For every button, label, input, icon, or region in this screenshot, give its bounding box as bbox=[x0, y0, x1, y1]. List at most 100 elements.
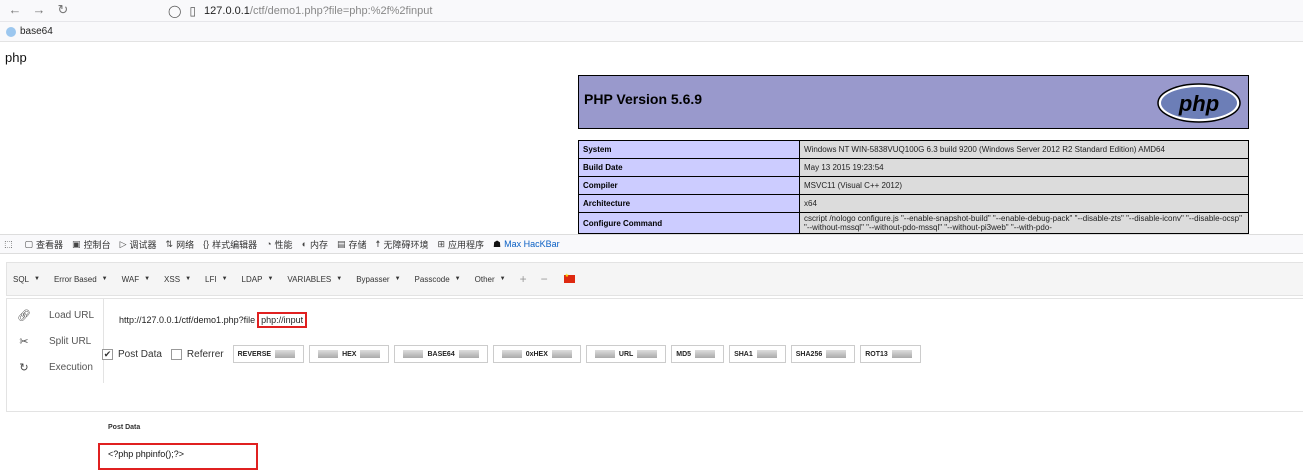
caret-down-icon: ▼ bbox=[144, 276, 151, 282]
tab-application[interactable]: ⊞ 应用程序 bbox=[437, 238, 484, 251]
0xhex-button[interactable]: 0xHEX bbox=[492, 345, 581, 363]
bookmarks-bar: base64 bbox=[0, 22, 1303, 42]
hackbar-panel: SQL ▼ Error Based ▼ WAF ▼ XSS ▼ LFI ▼ LDAP ▼ V… bbox=[0, 254, 1303, 473]
caret-down-icon: ▼ bbox=[499, 276, 506, 282]
caret-down-icon: ▼ bbox=[185, 276, 192, 282]
post-data-label: Post Data bbox=[118, 348, 162, 360]
menu-other[interactable]: Other ▼ bbox=[475, 275, 506, 284]
tab-inspector[interactable]: ▢ 查看器 bbox=[25, 238, 64, 251]
url-payload-highlight: php://input bbox=[257, 312, 308, 328]
caret-down-icon: ▼ bbox=[267, 276, 274, 282]
post-data-checkbox[interactable]: ✔ bbox=[102, 348, 113, 360]
hackbar-toolbar: SQL ▼ Error Based ▼ WAF ▼ XSS ▼ LFI ▼ LDAP ▼ V… bbox=[6, 262, 1303, 296]
storage-icon: ▤ bbox=[337, 238, 346, 249]
page-output-text: php bbox=[5, 50, 27, 65]
application-icon: ⊞ bbox=[437, 238, 446, 249]
refresh-icon: ↻ bbox=[19, 361, 29, 374]
pick-element-icon[interactable]: ⬚ bbox=[4, 239, 16, 250]
phpinfo-key: Architecture bbox=[578, 194, 800, 213]
tab-storage[interactable]: ▤ 存储 bbox=[337, 238, 367, 251]
url-prefix: http://127.0.0.1/ctf/demo1.php?file bbox=[119, 315, 256, 325]
console-icon: ▣ bbox=[72, 238, 81, 249]
php-logo-text: php bbox=[1178, 91, 1219, 116]
url-encode-button[interactable]: URL bbox=[585, 345, 667, 363]
menu-variables[interactable]: VARIABLES ▼ bbox=[287, 275, 342, 284]
minus-icon[interactable]: − bbox=[541, 272, 548, 286]
reverse-button[interactable]: REVERSE bbox=[232, 345, 305, 363]
tab-memory[interactable]: ◐ 内存 bbox=[302, 238, 328, 251]
plus-icon[interactable]: + bbox=[520, 272, 527, 286]
sha256-button[interactable]: SHA256 bbox=[790, 345, 856, 363]
globe-icon bbox=[6, 26, 16, 37]
caret-down-icon: ▼ bbox=[394, 276, 401, 282]
menu-passcode[interactable]: Passcode ▼ bbox=[415, 275, 461, 284]
rot13-button[interactable]: ROT13 bbox=[860, 345, 921, 363]
post-data-heading: Post Data bbox=[108, 424, 141, 431]
hackbar-side-actions: 🔗︎ Load URL ✂ Split URL ↻ Execution bbox=[7, 299, 102, 383]
memory-icon: ◐ bbox=[301, 239, 307, 249]
accessibility-icon: ☨ bbox=[375, 238, 381, 249]
hackbar-options: ✔ Post Data Referrer REVERSE HEX BASE64 … bbox=[102, 344, 926, 364]
address-bar[interactable]: ◯ ▯ 127.0.0.1/ctf/demo1.php?file=php:%2f… bbox=[168, 1, 688, 21]
network-icon: ⇅ bbox=[165, 238, 174, 249]
php-version-title: PHP Version 5.6.9 bbox=[584, 91, 703, 107]
menu-ldap[interactable]: LDAP ▼ bbox=[242, 275, 274, 284]
debugger-icon: ▷ bbox=[119, 238, 127, 249]
base64-button[interactable]: BASE64 bbox=[394, 345, 488, 363]
phpinfo-row: Architecture x64 bbox=[578, 194, 1249, 213]
phpinfo-value: May 13 2015 19:23:54 bbox=[799, 158, 1249, 177]
phpinfo-header: PHP Version 5.6.9 php bbox=[578, 75, 1249, 129]
split-url-button[interactable]: ✂ Split URL bbox=[17, 331, 91, 351]
menu-sql[interactable]: SQL ▼ bbox=[13, 275, 40, 284]
url-path: /ctf/demo1.php?file=php:%2f%2finput bbox=[249, 5, 433, 17]
caret-down-icon: ▼ bbox=[336, 276, 343, 282]
execution-button[interactable]: ↻ Execution bbox=[17, 357, 93, 377]
phpinfo-key: Build Date bbox=[578, 158, 800, 177]
sha1-button[interactable]: SHA1 bbox=[729, 345, 786, 363]
menu-error-based[interactable]: Error Based ▼ bbox=[54, 275, 108, 284]
referrer-checkbox[interactable] bbox=[170, 348, 182, 360]
braces-icon: {} bbox=[203, 239, 210, 249]
phpinfo-row: Build Date May 13 2015 19:23:54 bbox=[578, 158, 1249, 177]
phpinfo-row: System Windows NT WIN-5838VUQ100G 6.3 bui… bbox=[578, 140, 1249, 159]
bookmark-base64[interactable]: base64 bbox=[20, 26, 53, 37]
phpinfo-key: Configure Command bbox=[578, 212, 800, 234]
china-flag-icon[interactable] bbox=[563, 273, 575, 283]
phpinfo-key: Compiler bbox=[578, 176, 800, 195]
url-content: http://127.0.0.1/ctf/demo1.php?file php:… bbox=[119, 312, 308, 328]
forward-arrow-icon[interactable]: → bbox=[30, 2, 48, 17]
inspector-icon: ▢ bbox=[24, 238, 34, 249]
tab-debugger[interactable]: ▷ 调试器 bbox=[120, 238, 157, 251]
menu-bypasser[interactable]: Bypasser ▼ bbox=[356, 275, 400, 284]
tab-console[interactable]: ▣ 控制台 bbox=[72, 238, 111, 251]
phpinfo-value: cscript /nologo configure.js "--enable-s… bbox=[799, 212, 1249, 234]
phpinfo-row: Compiler MSVC11 (Visual C++ 2012) bbox=[578, 176, 1249, 195]
hex-button[interactable]: HEX bbox=[309, 345, 390, 363]
tab-style-editor[interactable]: {} 样式编辑器 bbox=[203, 238, 257, 251]
page-icon: ▯ bbox=[189, 4, 197, 18]
back-arrow-icon[interactable]: ← bbox=[6, 2, 24, 17]
devtools-tabbar: ⬚ ▢ 查看器 ▣ 控制台 ▷ 调试器 ⇅ 网络 {} 样式编辑器 ◔ 性能 ◐ 内存 ▤ 存储… bbox=[0, 234, 1303, 254]
tab-performance[interactable]: ◔ 性能 bbox=[266, 238, 292, 251]
phpinfo-table-viewport: System Windows NT WIN-5838VUQ100G 6.3 bui… bbox=[0, 140, 1303, 234]
php-logo-icon: php bbox=[1157, 83, 1241, 123]
load-url-button[interactable]: 🔗︎ Load URL bbox=[17, 305, 94, 325]
post-data-textarea[interactable]: <?php phpinfo();?> bbox=[98, 443, 258, 470]
reload-icon[interactable]: ↻ bbox=[54, 2, 72, 18]
phpinfo-key: System bbox=[578, 140, 800, 159]
url-host: 127.0.0.1 bbox=[204, 5, 250, 17]
tab-network[interactable]: ⇅ 网络 bbox=[166, 238, 195, 251]
performance-icon: ◔ bbox=[266, 239, 272, 249]
menu-xss[interactable]: XSS ▼ bbox=[164, 275, 191, 284]
menu-waf[interactable]: WAF ▼ bbox=[122, 275, 150, 284]
tab-max-hackbar[interactable]: ☗ Max HacKBar bbox=[493, 239, 560, 250]
md5-button[interactable]: MD5 bbox=[671, 345, 725, 363]
caret-down-icon: ▼ bbox=[101, 276, 108, 282]
url-textarea[interactable]: http://127.0.0.1/ctf/demo1.php?file php:… bbox=[103, 299, 1303, 383]
hackbar-icon: ☗ bbox=[493, 238, 502, 249]
tab-accessibility[interactable]: ☨ 无障碍环境 bbox=[376, 238, 429, 251]
menu-lfi[interactable]: LFI ▼ bbox=[205, 275, 228, 284]
link-icon: 🔗︎ bbox=[17, 309, 31, 322]
referrer-label: Referrer bbox=[186, 348, 224, 360]
caret-down-icon: ▼ bbox=[454, 276, 461, 282]
